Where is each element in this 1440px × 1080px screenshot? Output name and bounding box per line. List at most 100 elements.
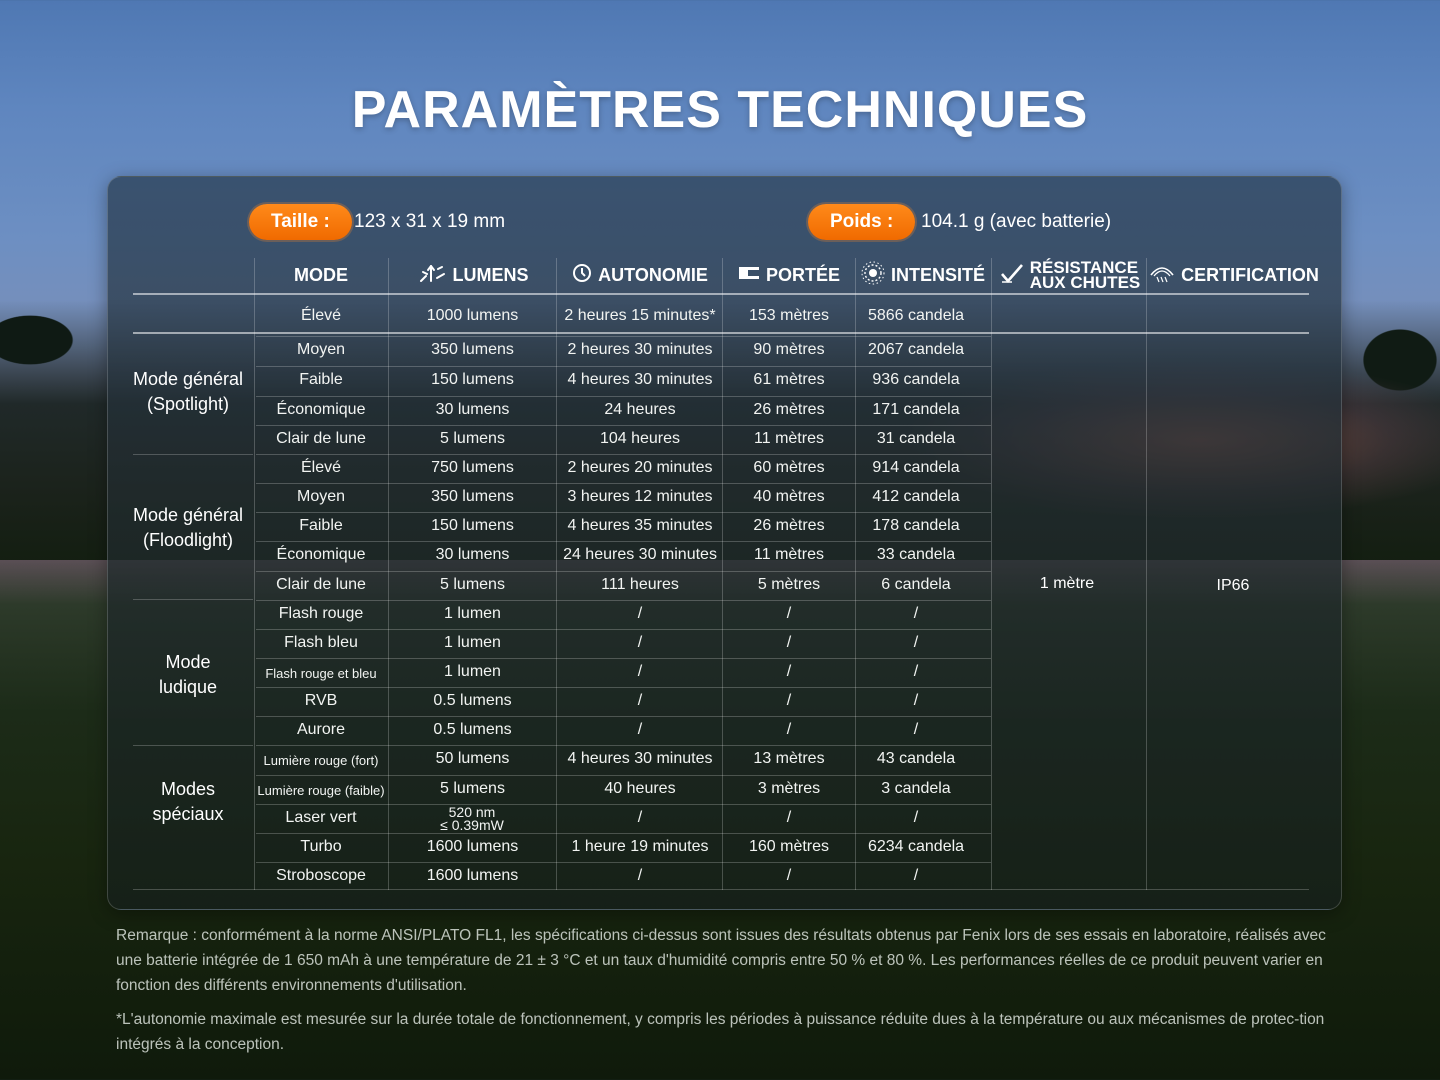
header-impact-label: RÉSISTANCE AUX CHUTES: [1030, 259, 1141, 291]
lumens-cell: 1 lumen: [444, 663, 501, 680]
distance-cell: 5 mètres: [757, 576, 821, 593]
intensity-cell: 5866 candela: [867, 307, 965, 324]
runtime-cell: /: [637, 663, 643, 680]
runtime-cell: 2 heures 15 minutes*: [564, 307, 716, 324]
lumens-cell: 30 lumens: [435, 401, 510, 418]
runtime-cell: 4 heures 35 minutes: [567, 517, 713, 534]
runtime-cell: /: [637, 605, 643, 622]
group-label-line: Mode général: [132, 505, 244, 525]
distance-cell: 13 mètres: [753, 750, 825, 767]
row-divider: [256, 833, 991, 834]
col-separator-runtime: [556, 258, 557, 890]
mode-cell: Clair de lune: [276, 576, 366, 593]
runtime-cell: 104 heures: [599, 430, 681, 447]
intensity-cell: /: [913, 605, 919, 622]
runtime-cell: /: [637, 809, 643, 826]
header-runtime: AUTONOMIE: [558, 258, 722, 292]
runtime-cell: 24 heures 30 minutes: [563, 546, 717, 563]
runtime-cell: /: [637, 721, 643, 738]
mode-cell: Élevé: [300, 459, 342, 476]
header-mode-label: MODE: [294, 264, 348, 285]
mode-cell: Flash rouge et bleu: [265, 666, 377, 681]
row-divider: [256, 745, 991, 746]
mode-cell: Économique: [276, 546, 366, 563]
runtime-cell: 2 heures 20 minutes: [567, 459, 713, 476]
header-intensity: INTENSITÉ: [856, 258, 990, 292]
distance-cell: 60 mètres: [753, 459, 825, 476]
distance-cell: 11 mètres: [754, 430, 824, 447]
mode-cell: Lumière rouge (fort): [263, 753, 379, 768]
lumens-cell: 1000 lumens: [426, 307, 519, 324]
row-divider: [256, 862, 991, 863]
runtime-cell: 111 heures: [601, 576, 679, 593]
lumens-cell: 0.5 lumens: [433, 692, 512, 709]
header-lumens-label: LUMENS: [452, 264, 529, 285]
group-label-line: (Floodlight): [142, 530, 234, 550]
lumens-cell: 0.5 lumens: [433, 721, 512, 738]
mode-cell: Flash rouge: [278, 605, 364, 622]
water-drops-icon: [1149, 263, 1175, 288]
group-label-line: Mode général: [132, 369, 244, 389]
sun-target-icon: [861, 261, 885, 290]
intensity-cell: /: [913, 809, 919, 826]
col-separator-lumens: [388, 258, 389, 890]
certification-value: IP66: [1216, 577, 1250, 594]
remark-note: Remarque : conformément à la norme ANSI/…: [116, 927, 1326, 994]
runtime-cell: 4 heures 30 minutes: [567, 371, 713, 388]
distance-cell: 11 mètres: [754, 546, 824, 563]
header-distance-label: PORTÉE: [765, 264, 840, 285]
intensity-cell: 914 candela: [872, 459, 960, 476]
impact-value: 1 mètre: [1039, 575, 1095, 592]
clock-icon: [572, 263, 592, 288]
runtime-footnote: *L'autonomie maximale est mesurée sur la…: [116, 1011, 1325, 1053]
lumens-cell: 5 lumens: [440, 430, 505, 447]
distance-cell: /: [786, 809, 792, 826]
mode-cell: Clair de lune: [276, 430, 366, 447]
size-pill: Taille :: [249, 204, 352, 240]
group-label-line: Modes: [160, 779, 216, 799]
header-mode: MODE: [256, 258, 386, 292]
header-impact: RÉSISTANCE AUX CHUTES: [994, 258, 1146, 292]
runtime-cell: 40 heures: [604, 780, 676, 797]
laser-spec: 520 nm ≤ 0.39mW: [422, 805, 522, 832]
header-certification: CERTIFICATION: [1148, 258, 1320, 292]
weight-pill: Poids :: [808, 204, 916, 240]
distance-cell: 153 mètres: [748, 307, 830, 324]
weight-value: 104.1 g (avec batterie): [921, 211, 1112, 232]
mode-cell: Flash bleu: [284, 634, 358, 651]
distance-cell: 26 mètres: [753, 401, 825, 418]
runtime-cell: /: [637, 634, 643, 651]
row-divider: [256, 775, 991, 776]
intensity-cell: 936 candela: [872, 371, 960, 388]
distance-cell: 160 mètres: [748, 838, 830, 855]
row-divider: [256, 804, 991, 805]
lumens-cell: 30 lumens: [435, 546, 510, 563]
intensity-cell: 3 candela: [881, 780, 951, 797]
mode-cell: RVB: [304, 692, 338, 709]
intensity-cell: 171 candela: [872, 401, 960, 418]
distance-cell: /: [786, 605, 792, 622]
intensity-cell: 178 candela: [872, 517, 960, 534]
lumens-cell: 1 lumen: [444, 605, 501, 622]
col-separator-intensity: [855, 258, 856, 890]
mode-cell: Faible: [299, 371, 343, 388]
group-label-special: Modes spéciaux: [120, 777, 256, 827]
header-divider: [133, 293, 1309, 295]
mode-cell: Moyen: [296, 341, 346, 358]
lumens-cell: 750 lumens: [431, 459, 514, 476]
lumens-cell: 50 lumens: [435, 750, 510, 767]
runtime-cell: 2 heures 30 minutes: [567, 341, 713, 358]
distance-cell: 90 mètres: [753, 341, 825, 358]
beam-distance-icon: [738, 265, 760, 286]
distance-cell: 26 mètres: [753, 517, 825, 534]
lumens-cell: 350 lumens: [431, 488, 514, 505]
group-label-floodlight: Mode général (Floodlight): [120, 503, 256, 553]
lumens-cell: 1600 lumens: [426, 867, 519, 884]
lumens-cell: 5 lumens: [440, 780, 505, 797]
lumens-cell: 1 lumen: [444, 634, 501, 651]
row-divider: [256, 716, 991, 717]
intensity-cell: /: [913, 634, 919, 651]
col-separator-certification: [1146, 258, 1147, 890]
mode-cell: Laser vert: [285, 809, 357, 826]
header-intensity-label: INTENSITÉ: [890, 264, 985, 285]
